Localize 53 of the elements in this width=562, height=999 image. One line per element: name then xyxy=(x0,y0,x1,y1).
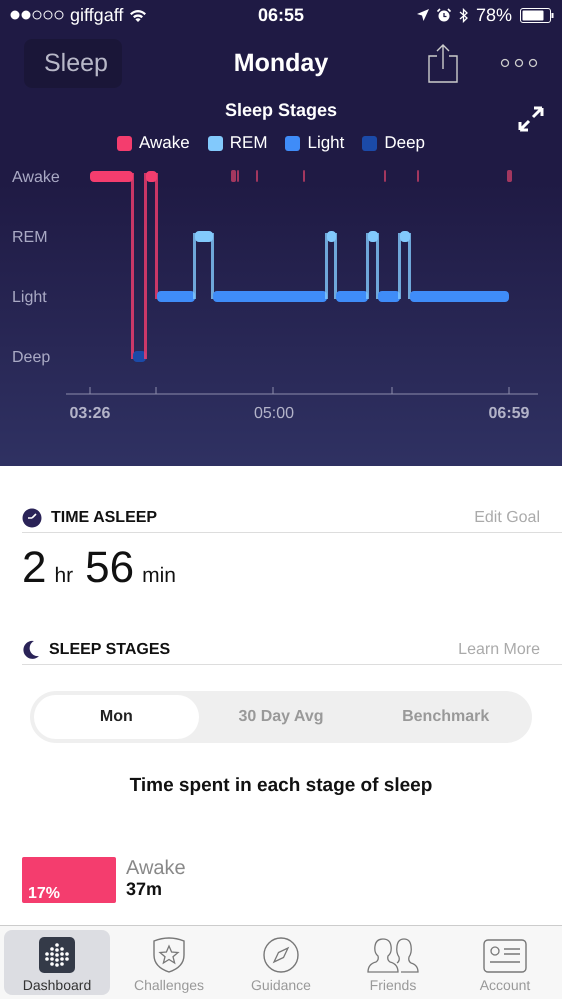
learn-more-link[interactable]: Learn More xyxy=(458,641,540,659)
time-label: 03:26 xyxy=(70,405,110,422)
more-icon[interactable] xyxy=(500,58,538,68)
axis-label: REM xyxy=(12,229,48,246)
axis-label: Deep xyxy=(12,349,50,366)
battery-icon xyxy=(520,8,554,22)
carrier-name: giffgaff xyxy=(70,4,124,26)
stage-name: Awake xyxy=(126,857,186,879)
signal-icon xyxy=(10,10,64,20)
tab-bar-item[interactable]: Dashboard xyxy=(4,930,110,995)
duration-unit: hr xyxy=(54,564,74,588)
back-button[interactable]: Sleep xyxy=(24,38,122,88)
share-icon[interactable] xyxy=(428,43,458,83)
segment-tab[interactable]: 30 Day Avg xyxy=(198,695,364,739)
tab-bar-item[interactable]: Guidance xyxy=(228,930,334,995)
segment-tab[interactable]: Benchmark xyxy=(363,695,528,739)
moon-icon xyxy=(22,640,40,660)
dots-logo-icon xyxy=(39,937,75,973)
time-label: 06:59 xyxy=(488,405,530,422)
duration-value: 2 xyxy=(22,543,46,593)
compass-icon xyxy=(263,937,299,973)
duration-value: 56 xyxy=(85,543,134,593)
duration-unit: min xyxy=(142,564,176,588)
legend-label: Light xyxy=(307,133,344,153)
page-title: Monday xyxy=(234,48,328,78)
people-icon xyxy=(367,937,419,973)
edit-goal-link[interactable]: Edit Goal xyxy=(474,509,540,527)
expand-icon[interactable] xyxy=(518,106,544,132)
time-label: 05:00 xyxy=(254,405,294,422)
tab-bar-item[interactable]: Account xyxy=(452,930,558,995)
axis-label: Awake xyxy=(12,169,60,186)
tab-bar-item[interactable]: Friends xyxy=(340,930,446,995)
clock-icon xyxy=(22,508,42,528)
tab-bar-item[interactable]: Challenges xyxy=(116,930,222,995)
stage-duration: 37m xyxy=(126,879,164,900)
legend-label: Deep xyxy=(384,133,425,153)
segment-tab[interactable]: Mon xyxy=(34,695,199,739)
chart-title: Sleep Stages xyxy=(224,100,338,120)
legend-label: Awake xyxy=(138,133,190,153)
bluetooth-icon xyxy=(458,8,468,22)
wifi-icon xyxy=(129,8,148,22)
legend-label: REM xyxy=(230,133,268,153)
alarm-icon xyxy=(436,8,451,22)
section-title: SLEEP STAGES xyxy=(49,641,170,659)
stage-percent: 17% xyxy=(28,885,60,903)
battery-percent: 78% xyxy=(476,4,512,26)
id-card-icon xyxy=(483,939,527,973)
star-shield-icon xyxy=(151,937,187,973)
section-title: TIME ASLEEP xyxy=(51,509,158,527)
clock-time: 06:55 xyxy=(258,4,304,26)
location-icon xyxy=(416,9,429,21)
chart-caption: Time spent in each stage of sleep xyxy=(128,775,434,797)
axis-label: Light xyxy=(12,289,47,306)
